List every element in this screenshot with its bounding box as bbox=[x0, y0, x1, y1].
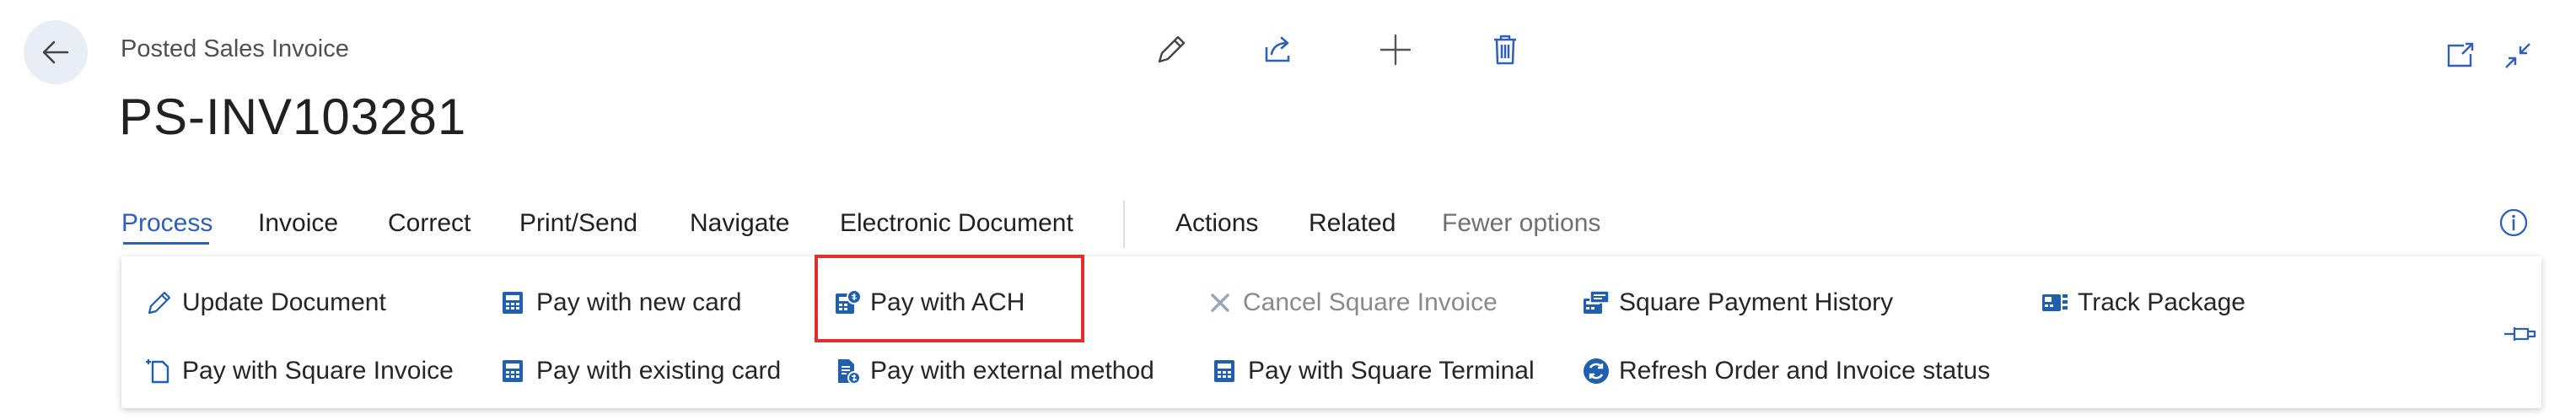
share-icon bbox=[1265, 36, 1290, 62]
card-terminal-icon bbox=[503, 360, 523, 382]
new-document-icon bbox=[146, 359, 169, 384]
edit-button[interactable] bbox=[1152, 30, 1191, 69]
pay-with-external-method-label: Pay with external method bbox=[870, 357, 1154, 385]
refresh-icon bbox=[1584, 358, 1609, 384]
payment-history-icon bbox=[1584, 290, 1610, 314]
card-terminal-icon bbox=[503, 292, 523, 314]
pin-icon bbox=[2504, 327, 2536, 341]
share-button[interactable] bbox=[1260, 30, 1299, 69]
refresh-order-and-invoice-status-label: Refresh Order and Invoice status bbox=[1619, 357, 1991, 385]
pay-with-square-invoice-label: Pay with Square Invoice bbox=[182, 357, 454, 385]
new-button[interactable] bbox=[1376, 30, 1415, 69]
cancel-square-invoice-label: Cancel Square Invoice bbox=[1243, 288, 1498, 316]
card-terminal-icon bbox=[1214, 360, 1234, 382]
pay-with-existing-card-label: Pay with existing card bbox=[536, 357, 782, 385]
trash-icon bbox=[1494, 35, 1516, 65]
square-payment-history-button[interactable]: Square Payment History bbox=[1582, 282, 1893, 324]
arrow-left-icon bbox=[42, 40, 69, 64]
tab-actions[interactable]: Actions bbox=[1175, 209, 1258, 238]
document-payment-icon bbox=[838, 359, 861, 385]
active-tab-indicator bbox=[123, 242, 209, 245]
pay-with-square-invoice-button[interactable]: Pay with Square Invoice bbox=[145, 350, 454, 392]
open-in-new-window-icon bbox=[2447, 42, 2474, 67]
fewer-options-button[interactable]: Fewer options bbox=[1442, 209, 1600, 238]
track-package-button[interactable]: Track Package bbox=[2041, 282, 2245, 324]
pay-with-square-terminal-label: Pay with Square Terminal bbox=[1248, 357, 1535, 385]
track-package-label: Track Package bbox=[2078, 288, 2245, 316]
pin-ribbon-button[interactable] bbox=[2503, 320, 2536, 347]
refresh-order-and-invoice-status-button[interactable]: Refresh Order and Invoice status bbox=[1582, 350, 1990, 392]
plus-icon bbox=[1379, 34, 1412, 66]
tab-navigate[interactable]: Navigate bbox=[690, 209, 789, 238]
tab-related[interactable]: Related bbox=[1309, 209, 1396, 238]
info-button[interactable] bbox=[2498, 207, 2530, 239]
delete-button[interactable] bbox=[1486, 30, 1525, 69]
tab-process[interactable]: Process bbox=[121, 209, 212, 238]
back-button[interactable] bbox=[24, 20, 88, 84]
update-document-label: Update Document bbox=[182, 288, 386, 316]
track-package-icon bbox=[2042, 294, 2068, 311]
cancel-x-icon bbox=[1211, 293, 1229, 312]
highlight-box bbox=[815, 255, 1084, 342]
tab-correct[interactable]: Correct bbox=[388, 209, 471, 238]
tab-electronic-document[interactable]: Electronic Document bbox=[840, 209, 1073, 238]
pay-with-external-method-button[interactable]: Pay with external method bbox=[833, 350, 1154, 392]
page-caption: Posted Sales Invoice bbox=[121, 35, 349, 62]
tab-invoice[interactable]: Invoice bbox=[258, 209, 338, 238]
collapse-icon bbox=[2505, 43, 2530, 68]
collapse-button[interactable] bbox=[2501, 39, 2535, 73]
pay-with-square-terminal-button[interactable]: Pay with Square Terminal bbox=[1211, 350, 1535, 392]
pay-with-new-card-label: Pay with new card bbox=[536, 288, 742, 316]
tab-print-send[interactable]: Print/Send bbox=[519, 209, 637, 238]
info-icon bbox=[2499, 208, 2528, 237]
open-new-window-button[interactable] bbox=[2444, 39, 2477, 73]
cancel-square-invoice-button[interactable]: Cancel Square Invoice bbox=[1206, 282, 1498, 324]
pencil-icon bbox=[1158, 35, 1186, 63]
pay-with-new-card-button[interactable]: Pay with new card bbox=[499, 282, 741, 324]
square-payment-history-label: Square Payment History bbox=[1619, 288, 1894, 316]
page-title: PS-INV103281 bbox=[119, 89, 467, 145]
pencil-icon bbox=[148, 291, 171, 315]
tab-divider bbox=[1123, 201, 1125, 248]
update-document-button[interactable]: Update Document bbox=[145, 282, 386, 324]
pay-with-existing-card-button[interactable]: Pay with existing card bbox=[499, 350, 781, 392]
